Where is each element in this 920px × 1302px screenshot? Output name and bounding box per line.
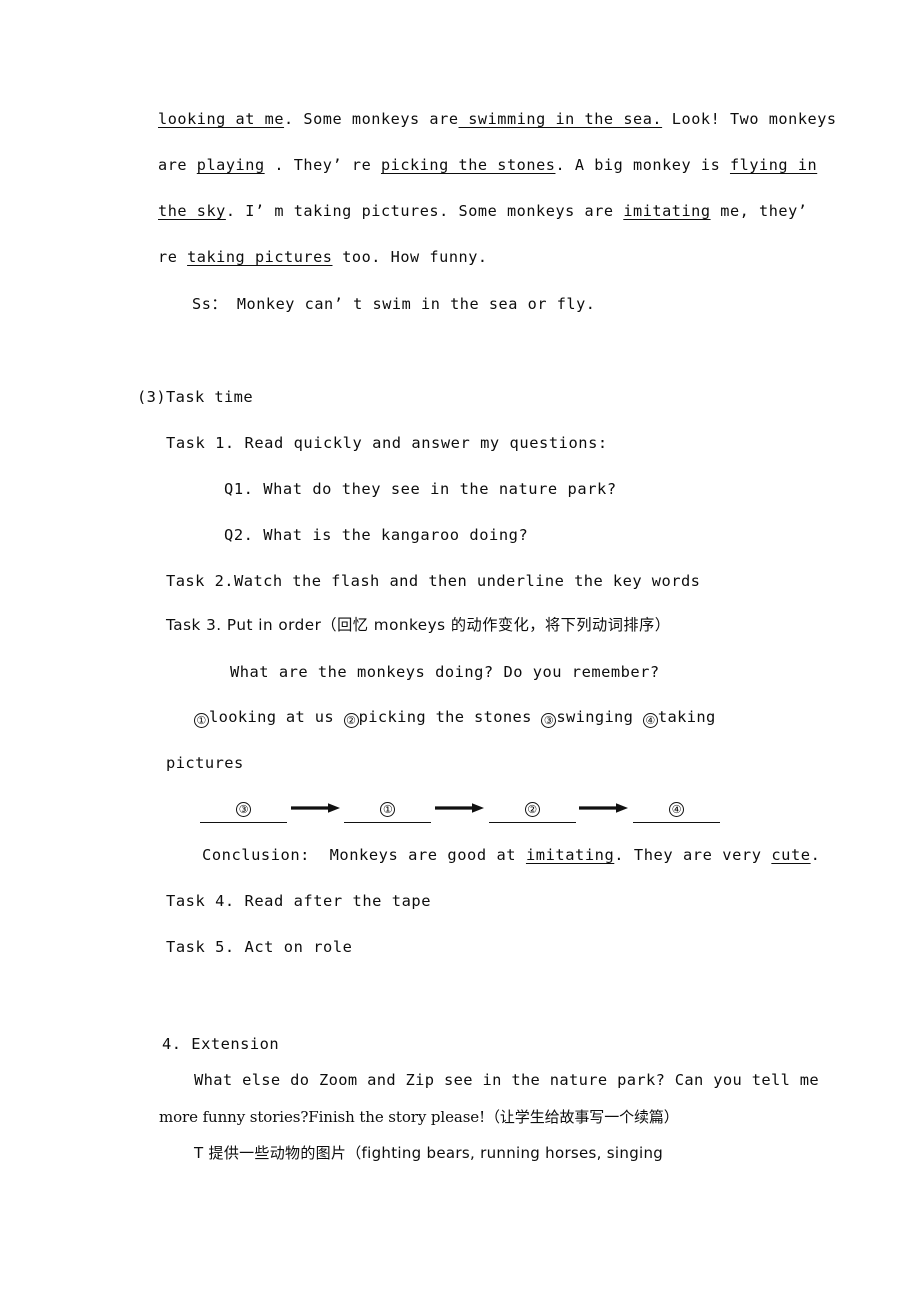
arrow-icon-1 — [287, 799, 344, 823]
task-5-line: Task 5. Act on role — [166, 938, 353, 956]
task-3-options-line-1: ① looking at us ② picking the stones ③ swin… — [194, 708, 716, 728]
task-time-heading: (3)Task time — [137, 388, 253, 406]
underlined-phrase-imitating: imitating — [623, 202, 711, 220]
dialogue-line-1: looking at me. Some monkeys are swimming… — [158, 110, 837, 128]
underlined-phrase-cute: cute — [771, 846, 811, 864]
conclusion-part-c: . They are very — [614, 846, 772, 864]
dialogue-line-2-part-a: are — [158, 156, 197, 174]
underlined-phrase-looking-at-me: looking at me — [158, 110, 285, 128]
dialogue-line-students: Ss： Monkey can’ t swim in the sea or fly… — [192, 295, 596, 313]
question-1: Q1. What do they see in the nature park? — [224, 480, 617, 498]
dialogue-line-4: re taking pictures too. How funny. — [158, 248, 488, 266]
arrow-icon-3 — [576, 799, 633, 823]
circled-number-4: ④ — [642, 713, 658, 728]
extension-line-3: T 提供一些动物的图片（fighting bears, running hors… — [194, 1144, 664, 1162]
underlined-phrase-imitating-conclusion: imitating — [525, 846, 615, 864]
circled-number-3: ③ — [541, 713, 557, 728]
extension-heading: 4. Extension — [162, 1035, 280, 1053]
conclusion-line: Conclusion: Monkeys are good at imitatin… — [202, 846, 821, 864]
dialogue-line-3: the sky. I’ m taking pictures. Some monk… — [158, 202, 808, 220]
order-blank-3[interactable]: ② — [488, 799, 576, 823]
circled-number-2: ② — [343, 713, 359, 728]
underlined-phrase-flying-in: flying in — [729, 156, 818, 174]
underlined-phrase-taking-pictures: taking pictures — [187, 248, 333, 266]
task-3-line: Task 3. Put in order（回忆 monkeys 的动作变化，将下… — [166, 616, 671, 634]
order-answer-1: ③ — [236, 802, 251, 817]
dialogue-line-1-part-d: Look! Two monkeys — [662, 110, 837, 128]
dialogue-line-2-part-c: . They’ re — [264, 156, 381, 174]
extension-line-2: more funny stories?Finish the story plea… — [159, 1108, 679, 1126]
dialogue-line-4-part-c: too. How funny. — [332, 248, 488, 266]
extension-line-1: What else do Zoom and Zip see in the nat… — [194, 1071, 820, 1089]
dialogue-line-2: are playing . They’ re picking the stone… — [158, 156, 818, 174]
dialogue-line-1-part-b: . Some monkeys are — [284, 110, 459, 128]
question-2: Q2. What is the kangaroo doing? — [224, 526, 529, 544]
conclusion-part-e: . — [810, 846, 821, 864]
dialogue-line-3-part-d: me, they’ — [710, 202, 808, 220]
order-answer-3: ② — [524, 802, 540, 817]
option-sep-1 — [334, 708, 344, 726]
option-sep-2 — [532, 708, 542, 726]
task-4-line: Task 4. Read after the tape — [166, 892, 432, 910]
task-3-prompt: What are the monkeys doing? Do you remem… — [230, 663, 660, 681]
circled-number-1: ① — [194, 713, 209, 728]
conclusion-part-a: Conclusion: Monkeys are good at — [202, 846, 526, 864]
option-1-label: looking at us — [209, 708, 335, 726]
task-2-line: Task 2.Watch the flash and then underlin… — [166, 572, 701, 590]
option-sep-3 — [633, 708, 643, 726]
order-blank-4[interactable]: ④ — [633, 799, 721, 823]
arrow-icon-2 — [431, 799, 488, 823]
option-2-label: picking the stones — [358, 708, 532, 726]
underlined-phrase-playing: playing — [196, 156, 265, 174]
order-answer-4: ④ — [669, 802, 685, 817]
order-answer-2: ① — [380, 802, 396, 817]
option-4-label: taking — [657, 708, 716, 726]
order-blank-1[interactable]: ③ — [200, 799, 287, 823]
task-3-options-line-2: pictures — [166, 754, 244, 772]
dialogue-line-3-part-b: . I’ m taking pictures. Some monkeys are — [225, 202, 624, 220]
dialogue-line-2-part-e: . A big monkey is — [555, 156, 730, 174]
underlined-phrase-swimming-in-the-sea: swimming in the sea. — [458, 110, 663, 128]
document-page: looking at me. Some monkeys are swimming… — [0, 0, 920, 1302]
task-1-line: Task 1. Read quickly and answer my quest… — [166, 434, 608, 452]
order-sequence-row: ③ ① ② ④ — [200, 793, 721, 823]
dialogue-line-4-part-a: re — [158, 248, 188, 266]
order-blank-2[interactable]: ① — [344, 799, 432, 823]
option-3-label: swinging — [556, 708, 634, 726]
underlined-phrase-the-sky: the sky — [158, 202, 226, 220]
underlined-phrase-picking-the-stones: picking the stones — [380, 156, 556, 174]
